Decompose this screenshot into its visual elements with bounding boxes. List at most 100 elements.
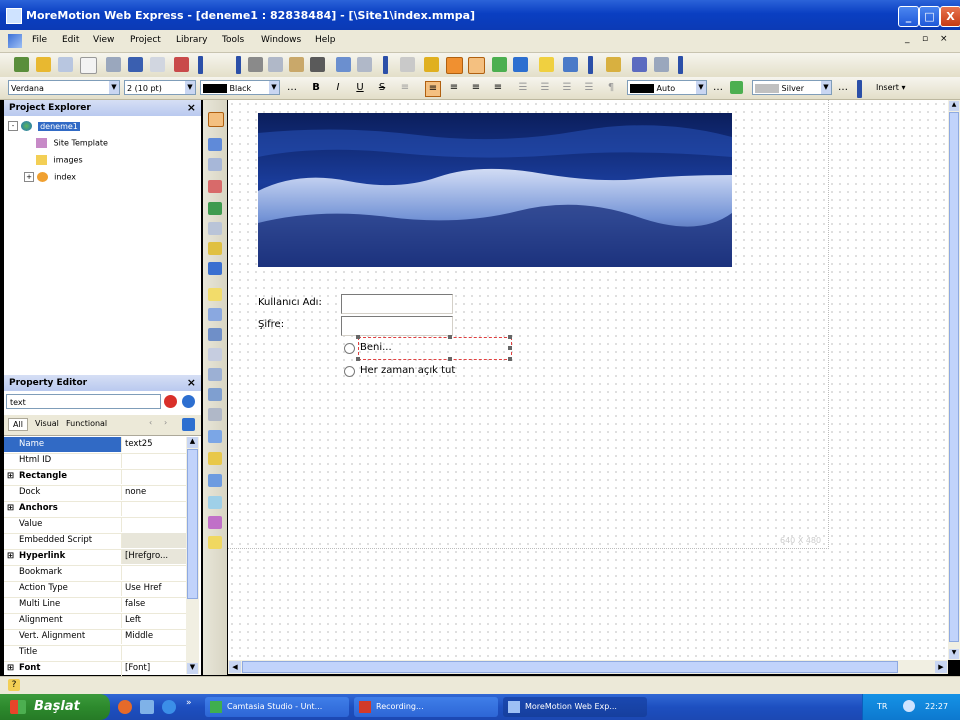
property-row-embedded-script[interactable]: Embedded Script xyxy=(4,533,186,550)
document-icon[interactable] xyxy=(8,34,22,48)
scroll-left-icon[interactable]: ◀ xyxy=(229,661,241,673)
menu-view[interactable]: View xyxy=(93,35,114,45)
clear-format-icon[interactable]: ≡ xyxy=(398,81,412,95)
listbox-tool-icon[interactable] xyxy=(208,368,222,381)
property-group-anchors[interactable]: ⊞ Anchors xyxy=(4,501,186,518)
bullet-list-icon[interactable]: ☰ xyxy=(538,81,552,95)
paste-icon[interactable] xyxy=(289,57,304,72)
scroll-up-icon[interactable]: ▲ xyxy=(949,101,959,111)
layout-view-icon[interactable] xyxy=(468,57,485,74)
table-icon[interactable] xyxy=(654,57,669,72)
tree-item-images[interactable]: images xyxy=(36,155,83,165)
property-row-multi-line[interactable]: Multi Line false xyxy=(4,597,186,614)
font-size-select[interactable]: 2 (10 pt) ▼ xyxy=(124,80,196,95)
publish-icon[interactable] xyxy=(492,57,507,72)
minimize-button[interactable]: _ xyxy=(898,6,919,27)
strikethrough-button[interactable]: S xyxy=(375,81,389,95)
tree-expander[interactable]: + xyxy=(24,172,34,182)
new-page-icon[interactable] xyxy=(80,57,97,74)
property-row-name[interactable]: Name text25 xyxy=(4,437,186,454)
link-tool-icon[interactable] xyxy=(208,452,222,465)
tray-app-icon[interactable] xyxy=(903,700,915,712)
property-value[interactable] xyxy=(121,533,186,548)
outdent-icon[interactable]: ☰ xyxy=(560,81,574,95)
scroll-up-icon[interactable]: ▲ xyxy=(187,437,198,448)
property-value[interactable]: [Font] xyxy=(121,661,186,676)
new-site-icon[interactable] xyxy=(14,57,29,72)
image-tool-icon[interactable] xyxy=(208,202,222,215)
close-button[interactable]: X xyxy=(940,6,960,27)
tab-scroll-right-icon[interactable]: › xyxy=(164,418,167,427)
property-value[interactable]: Use Href xyxy=(121,581,186,596)
resize-handle[interactable] xyxy=(448,357,452,361)
menu-library[interactable]: Library xyxy=(176,35,207,45)
expand-plus-icon[interactable]: ⊞ xyxy=(7,501,14,516)
indent-icon[interactable]: ☰ xyxy=(582,81,596,95)
tab-functional[interactable]: Functional xyxy=(66,419,107,428)
property-value[interactable] xyxy=(121,453,186,468)
property-row-html-id[interactable]: Html ID xyxy=(4,453,186,470)
menu-help[interactable]: Help xyxy=(315,35,336,45)
textbox-tool-icon[interactable] xyxy=(208,308,222,321)
task-moremotion[interactable]: MoreMotion Web Exp... xyxy=(503,697,647,717)
scroll-down-icon[interactable]: ▼ xyxy=(949,649,959,659)
search-options-icon[interactable] xyxy=(182,395,195,408)
combo-tool-icon[interactable] xyxy=(208,388,222,401)
scroll-thumb[interactable] xyxy=(242,661,898,673)
copy-icon[interactable] xyxy=(58,57,73,72)
menu-windows[interactable]: Windows xyxy=(261,35,301,45)
script-tool-icon[interactable] xyxy=(208,474,222,487)
numbered-list-icon[interactable]: ☰ xyxy=(516,81,530,95)
search-icon[interactable] xyxy=(400,57,415,72)
delete-icon[interactable] xyxy=(310,57,325,72)
property-row-vert-alignment[interactable]: Vert. Alignment Middle xyxy=(4,629,186,646)
quick-launch-expand-icon[interactable]: » xyxy=(186,698,192,708)
design-view-icon[interactable] xyxy=(446,57,463,74)
property-search-input[interactable]: text xyxy=(6,394,161,409)
tree-item-site[interactable]: - deneme1 xyxy=(8,121,80,131)
justify-icon[interactable]: ≡ xyxy=(491,81,505,95)
checkbox-tool-icon[interactable] xyxy=(208,328,222,341)
lightbulb-icon[interactable] xyxy=(539,57,554,72)
property-value[interactable]: Left xyxy=(121,613,186,628)
firefox-icon[interactable] xyxy=(118,700,132,714)
property-value[interactable]: none xyxy=(121,485,186,500)
property-group-hyperlink[interactable]: ⊞ Hyperlink [Hrefgro... xyxy=(4,549,186,566)
property-row-bookmark[interactable]: Bookmark xyxy=(4,565,186,582)
help-icon[interactable]: ? xyxy=(8,679,20,691)
image-icon[interactable] xyxy=(730,81,743,94)
canvas-vertical-scrollbar[interactable]: ▲ ▼ xyxy=(948,100,960,660)
remember-radio[interactable] xyxy=(344,343,355,354)
task-camtasia[interactable]: Camtasia Studio - Unt... xyxy=(205,697,349,717)
redo-icon[interactable] xyxy=(357,57,372,72)
container-tool-icon[interactable] xyxy=(208,138,222,151)
pointer-tool-icon[interactable] xyxy=(208,112,224,127)
resize-handle[interactable] xyxy=(356,357,360,361)
property-value[interactable]: Middle xyxy=(121,629,186,644)
refresh-icon[interactable] xyxy=(182,418,195,431)
underline-button[interactable]: U xyxy=(353,81,367,95)
open-folder-icon[interactable] xyxy=(36,57,51,72)
border-color-select[interactable]: Silver ▼ xyxy=(752,80,832,95)
expand-plus-icon[interactable]: ⊞ xyxy=(7,661,14,676)
tree-item-site-template[interactable]: Site Template xyxy=(36,138,108,148)
keep-open-radio[interactable] xyxy=(344,366,355,377)
scroll-right-icon[interactable]: ▶ xyxy=(935,661,947,673)
tab-all[interactable]: All xyxy=(8,418,28,431)
task-recording[interactable]: Recording... xyxy=(354,697,498,717)
radio-tool-icon[interactable] xyxy=(208,348,222,361)
close-icon[interactable]: × xyxy=(187,100,196,116)
scroll-thumb[interactable] xyxy=(187,449,198,599)
mdi-close-button[interactable]: × xyxy=(940,34,948,44)
resize-handle[interactable] xyxy=(356,335,360,339)
password-input[interactable] xyxy=(341,316,453,336)
language-indicator[interactable]: TR xyxy=(877,702,887,711)
clock[interactable]: 22:27 xyxy=(925,702,948,711)
align-right-icon[interactable]: ≡ xyxy=(469,81,483,95)
tree-tool-icon[interactable] xyxy=(208,536,222,549)
property-value[interactable]: false xyxy=(121,597,186,612)
align-left-icon[interactable]: ≡ xyxy=(425,81,441,97)
tab-visual[interactable]: Visual xyxy=(35,419,59,428)
background-color-select[interactable]: Auto ▼ xyxy=(627,80,707,95)
property-value[interactable] xyxy=(121,517,186,532)
